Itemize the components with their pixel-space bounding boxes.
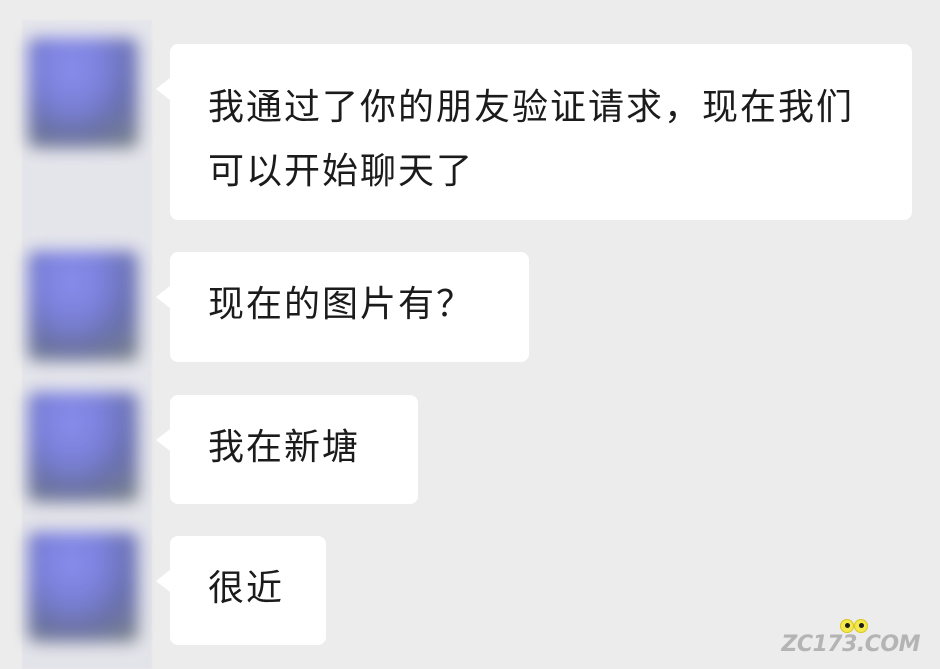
message-bubble[interactable]: 现在的图片有？ — [156, 252, 529, 362]
message-bubble[interactable]: 我在新塘 — [156, 395, 418, 504]
watermark: ZC173.COM — [780, 615, 920, 657]
message-text: 很近 — [208, 568, 285, 609]
avatar[interactable] — [28, 392, 138, 502]
message-text: 现在的图片有？ — [208, 284, 475, 325]
avatar[interactable] — [28, 251, 138, 361]
message-text: 我在新塘 — [208, 427, 361, 468]
watermark-text: ZC173.COM — [781, 632, 920, 657]
message-bubble[interactable]: 很近 — [156, 536, 326, 645]
message-text: 我通过了你的朋友验证请求，现在我们可以开始聊天了 — [208, 87, 855, 192]
message-bubble[interactable]: 我通过了你的朋友验证请求，现在我们可以开始聊天了 — [156, 44, 912, 220]
avatar[interactable] — [28, 532, 138, 642]
avatar[interactable] — [28, 38, 138, 148]
